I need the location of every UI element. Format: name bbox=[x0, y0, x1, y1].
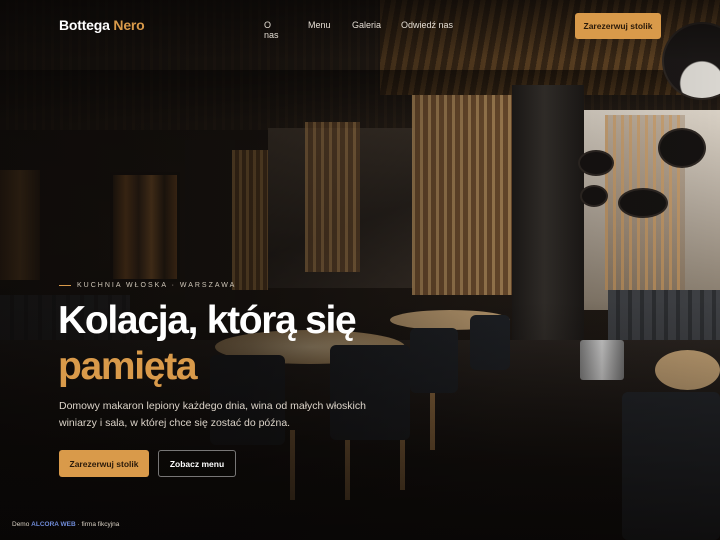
headline-line1: Kolacja, którą się bbox=[58, 299, 357, 342]
nav-link-visit[interactable]: Odwiedź nas bbox=[401, 20, 453, 30]
hero-headline: Kolacja, którą się pamięta bbox=[58, 298, 357, 390]
eyebrow-rule bbox=[59, 284, 71, 286]
brand-name-accent: Nero bbox=[113, 17, 145, 33]
demo-credit: Demo ALCORA WEB · firma fikcyjna bbox=[12, 521, 119, 528]
site-header: Bottega Nero O nas Menu Galeria Odwiedź … bbox=[0, 0, 720, 52]
header-reserve-button[interactable]: Zarezerwuj stolik bbox=[575, 13, 661, 39]
nav-link-menu[interactable]: Menu bbox=[308, 20, 331, 30]
hero-eyebrow: KUCHNIA WŁOSKA · WARSZAWA bbox=[59, 282, 236, 289]
agency-link[interactable]: ALCORA WEB bbox=[31, 521, 76, 528]
brand-logo[interactable]: Bottega Nero bbox=[59, 17, 145, 33]
hero-lead: Domowy makaron lepiony każdego dnia, win… bbox=[59, 400, 366, 429]
nav-link-about[interactable]: O nas bbox=[264, 20, 279, 40]
headline-line2-accent: pamięta bbox=[58, 345, 198, 388]
view-menu-button[interactable]: Zobacz menu bbox=[158, 450, 236, 477]
reserve-table-button[interactable]: Zarezerwuj stolik bbox=[59, 450, 149, 477]
demo-suffix: · firma fikcyjna bbox=[77, 521, 120, 528]
nav-link-gallery[interactable]: Galeria bbox=[352, 20, 381, 30]
eyebrow-text: KUCHNIA WŁOSKA · WARSZAWA bbox=[77, 282, 237, 289]
demo-prefix: Demo bbox=[12, 521, 30, 528]
brand-name: Bottega bbox=[59, 17, 110, 33]
